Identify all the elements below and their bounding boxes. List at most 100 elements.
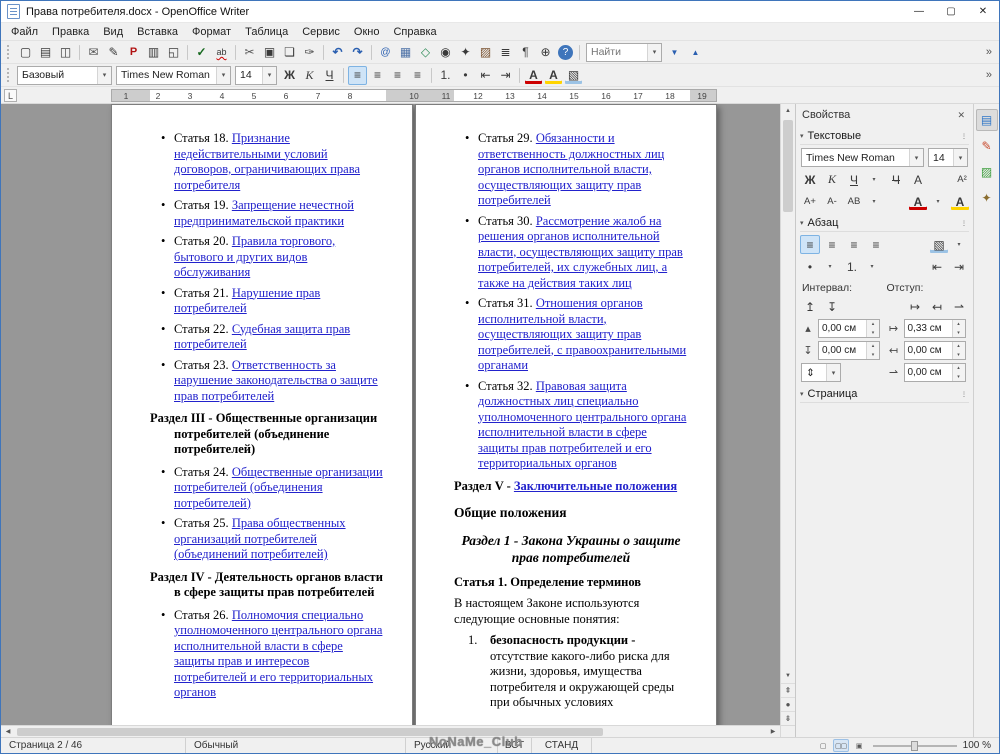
maximize-button[interactable]: ▢ xyxy=(935,1,967,22)
chevron-down-icon[interactable]: ▾ xyxy=(909,149,923,166)
sb-bullet-list-options-button[interactable]: ▾ xyxy=(820,257,840,276)
toolbar-overflow-button[interactable]: » xyxy=(982,69,996,81)
sb-first-line-indent-button[interactable]: ⇀ xyxy=(949,297,969,316)
sb-underline-options-button[interactable]: ▾ xyxy=(864,170,884,189)
align-center-button[interactable]: ≡ xyxy=(368,66,387,85)
spin-up-icon[interactable]: ▴ xyxy=(953,364,965,373)
section-header-page[interactable]: ▾ Страница ⋮ xyxy=(800,386,969,403)
sb-highlighting-button[interactable]: А xyxy=(950,192,970,211)
indent-after-spinner[interactable]: 0,00 см ▴▾ xyxy=(904,341,966,360)
sb-numbered-list-button[interactable]: 1. xyxy=(842,257,862,276)
spellcheck-button[interactable]: ✓ xyxy=(192,43,211,62)
chevron-down-icon[interactable]: ▾ xyxy=(262,67,276,84)
sidebar-font-name-combo[interactable]: Times New Roman ▾ xyxy=(801,148,924,167)
next-page-button[interactable]: ⇟ xyxy=(781,711,795,725)
highlighting-button[interactable]: А xyxy=(544,66,563,85)
save-button[interactable]: ◫ xyxy=(56,43,75,62)
edit-mode-button[interactable]: ✎ xyxy=(104,43,123,62)
sb-character-spacing-button[interactable]: АВ xyxy=(844,192,864,211)
menu-file[interactable]: Файл xyxy=(4,24,45,40)
bullet-list-button[interactable]: • xyxy=(456,66,475,85)
font-size-combo[interactable]: 14 ▾ xyxy=(235,66,277,85)
menu-table[interactable]: Таблица xyxy=(238,24,295,40)
vertical-scroll-thumb[interactable] xyxy=(783,120,793,212)
sb-bold-button[interactable]: Ж xyxy=(800,170,820,189)
page-preview-button[interactable]: ◱ xyxy=(164,43,183,62)
horizontal-scroll-track[interactable] xyxy=(15,726,766,737)
increase-indent-button[interactable]: ⇥ xyxy=(496,66,515,85)
paragraph-style-combo[interactable]: Базовый ▾ xyxy=(17,66,112,85)
formatting-marks-button[interactable]: ¶ xyxy=(516,43,535,62)
close-button[interactable]: ✕ xyxy=(967,1,999,22)
sb-paragraph-background-options-button[interactable]: ▾ xyxy=(949,235,969,254)
scroll-right-button[interactable]: ▶ xyxy=(766,726,780,737)
vertical-scroll-track[interactable] xyxy=(781,118,795,669)
navigation-button[interactable]: ● xyxy=(781,697,795,711)
sidebar-tab-gallery[interactable]: ▨ xyxy=(976,161,998,183)
book-view-button[interactable]: ▣ xyxy=(851,739,867,752)
italic-button[interactable]: К xyxy=(300,66,319,85)
horizontal-ruler[interactable]: 1234567810111213141516171819 xyxy=(111,89,717,102)
numbered-list-button[interactable]: 1. xyxy=(436,66,455,85)
find-dropdown-arrow[interactable]: ▾ xyxy=(647,44,661,61)
spacing-below-spinner[interactable]: 0,00 см ▴▾ xyxy=(818,341,880,360)
sidebar-tab-navigator[interactable]: ✦ xyxy=(976,187,998,209)
sb-indent-increase-button[interactable]: ↦ xyxy=(905,297,925,316)
indent-before-spinner[interactable]: 0,33 см ▴▾ xyxy=(904,319,966,338)
sidebar-tab-properties[interactable]: ▤ xyxy=(976,109,998,131)
chevron-down-icon[interactable]: ▾ xyxy=(953,149,967,166)
sb-spacing-below-button[interactable]: ↧ xyxy=(822,297,842,316)
paste-button[interactable]: ❏ xyxy=(280,43,299,62)
sb-align-justify-button[interactable]: ≡ xyxy=(866,235,886,254)
toolbar-overflow-button[interactable]: » xyxy=(982,46,996,58)
status-selection-mode[interactable]: СТАНД xyxy=(532,738,592,753)
spin-down-icon[interactable]: ▾ xyxy=(867,329,879,338)
section-header-character[interactable]: ▾ Текстовые ⋮ xyxy=(800,128,969,145)
zoom-button[interactable]: ⊕ xyxy=(536,43,555,62)
menu-format[interactable]: Формат xyxy=(185,24,238,40)
format-paintbrush-button[interactable]: ✑ xyxy=(300,43,319,62)
toolbar-handle[interactable] xyxy=(7,45,11,59)
cut-button[interactable]: ✂ xyxy=(240,43,259,62)
sb-shadow-button[interactable]: А xyxy=(908,170,928,189)
font-name-combo[interactable]: Times New Roman ▾ xyxy=(116,66,231,85)
section-header-paragraph[interactable]: ▾ Абзац ⋮ xyxy=(800,215,969,232)
multi-page-view-button[interactable]: ▢▢ xyxy=(833,739,849,752)
align-justify-button[interactable]: ≡ xyxy=(408,66,427,85)
sb-increase-font-button[interactable]: А+ xyxy=(800,192,820,211)
pdf-export-button[interactable]: P xyxy=(124,43,143,62)
sb-superscript-button[interactable]: А² xyxy=(952,170,972,189)
menu-view[interactable]: Вид xyxy=(96,24,130,40)
document-page-right[interactable]: Статья 29. Обязанности и ответственность… xyxy=(415,104,717,737)
sb-character-spacing-options-button[interactable]: ▾ xyxy=(864,192,884,211)
copy-button[interactable]: ▣ xyxy=(260,43,279,62)
status-page-number[interactable]: Страница 2 / 46 xyxy=(1,738,186,753)
sb-indent-decrease-button[interactable]: ↤ xyxy=(927,297,947,316)
sb-font-color-options-button[interactable]: ▾ xyxy=(928,192,948,211)
background-color-button[interactable]: ▧ xyxy=(564,66,583,85)
toc-link[interactable]: Заключительные положения xyxy=(514,479,677,493)
spin-down-icon[interactable]: ▾ xyxy=(867,351,879,360)
status-page-style[interactable]: Обычный xyxy=(186,738,406,753)
spin-down-icon[interactable]: ▾ xyxy=(953,329,965,338)
sb-spacing-above-button[interactable]: ↥ xyxy=(800,297,820,316)
bold-button[interactable]: Ж xyxy=(280,66,299,85)
sb-increase-indent-button[interactable]: ⇥ xyxy=(949,257,969,276)
email-button[interactable]: ✉ xyxy=(84,43,103,62)
redo-button[interactable]: ↷ xyxy=(348,43,367,62)
toolbar-handle[interactable] xyxy=(7,68,11,82)
horizontal-scrollbar[interactable]: ◀ ▶ xyxy=(1,725,780,737)
find-next-button[interactable]: ▼ xyxy=(665,43,684,62)
page-more-options-button[interactable]: ⋮ xyxy=(958,391,969,398)
single-page-view-button[interactable]: ▢ xyxy=(815,739,831,752)
scroll-up-button[interactable]: ▲ xyxy=(781,104,795,118)
hyperlink-button[interactable]: @ xyxy=(376,43,395,62)
find-previous-button[interactable]: ▲ xyxy=(686,43,705,62)
sb-font-color-button[interactable]: А xyxy=(908,192,928,211)
underline-button[interactable]: Ч xyxy=(320,66,339,85)
spin-up-icon[interactable]: ▴ xyxy=(953,320,965,329)
menu-insert[interactable]: Вставка xyxy=(130,24,185,40)
sb-align-center-button[interactable]: ≡ xyxy=(822,235,842,254)
font-color-button[interactable]: А xyxy=(524,66,543,85)
decrease-indent-button[interactable]: ⇤ xyxy=(476,66,495,85)
